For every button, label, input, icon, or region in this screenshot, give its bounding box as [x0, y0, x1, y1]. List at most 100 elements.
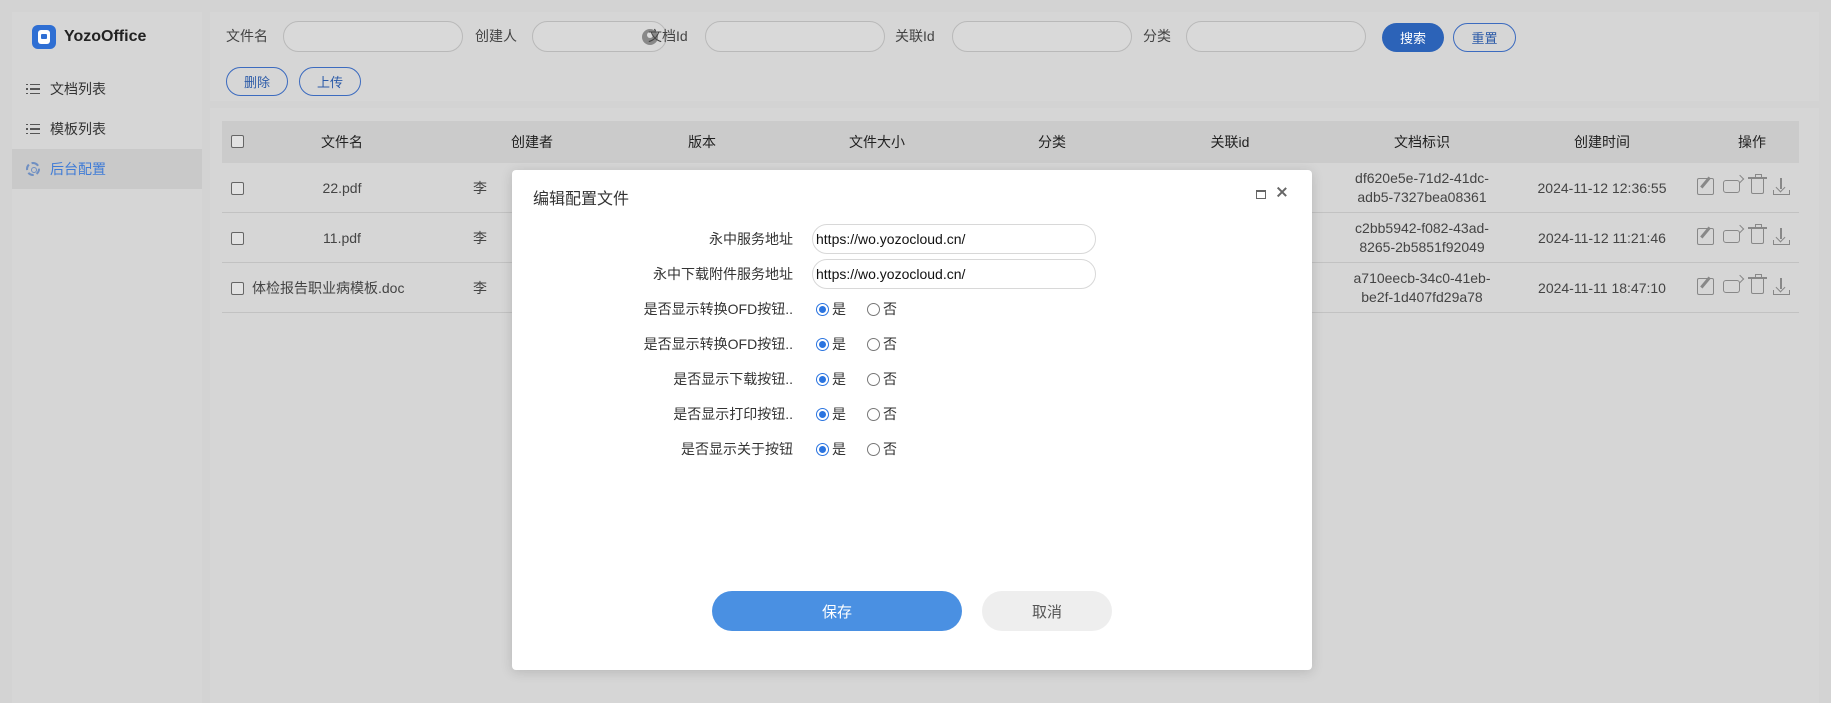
sidebar: YozoOffice 文档列表 模板列表 后台配置: [12, 12, 202, 703]
row-checkbox[interactable]: [231, 232, 244, 245]
radio-no[interactable]: [867, 337, 880, 351]
row-doc-id: a710eecb-34c0-41eb- be2f-1d407fd29a78: [1332, 263, 1512, 313]
radio-no[interactable]: [867, 442, 880, 456]
column-header-doc-id: 文档标识: [1394, 134, 1450, 150]
trash-icon[interactable]: [1748, 224, 1767, 244]
field-label: 是否显示打印按钮..: [673, 406, 793, 422]
filename-input[interactable]: [283, 21, 463, 52]
sidebar-item-label: 文档列表: [50, 81, 106, 97]
row-doc-id-line2: be2f-1d407fd29a78: [1361, 289, 1483, 305]
cancel-button[interactable]: 取消: [982, 591, 1112, 631]
related-id-label: 关联Id: [895, 28, 935, 44]
field-label: 是否显示下载按钮..: [673, 371, 793, 387]
save-button[interactable]: 保存: [712, 591, 962, 631]
radio-label-no: 否: [883, 441, 897, 457]
reset-button[interactable]: 重置: [1453, 23, 1516, 52]
edit-icon[interactable]: [1697, 228, 1714, 245]
service-url-input[interactable]: [812, 224, 1096, 254]
download-icon[interactable]: [1773, 178, 1790, 195]
radio-label-yes: 是: [832, 336, 846, 352]
radio-yes[interactable]: [816, 442, 829, 456]
radio-yes[interactable]: [816, 407, 829, 421]
select-all-checkbox[interactable]: [231, 135, 244, 148]
related-id-input[interactable]: [952, 21, 1132, 52]
radio-no[interactable]: [867, 372, 880, 386]
app-logo: YozoOffice: [32, 25, 146, 49]
gear-icon: [26, 162, 40, 176]
category-input[interactable]: [1186, 21, 1366, 52]
radio-group: 是 否: [816, 294, 897, 324]
row-actions: [1697, 224, 1790, 245]
column-header-filename: 文件名: [321, 134, 363, 150]
radio-option-no[interactable]: 否: [867, 404, 897, 424]
radio-yes[interactable]: [816, 372, 829, 386]
radio-option-no[interactable]: 否: [867, 299, 897, 319]
trash-icon[interactable]: [1748, 274, 1767, 294]
creator-input[interactable]: [532, 21, 667, 52]
upload-button[interactable]: 上传: [299, 67, 361, 96]
form-row-about-button: 是否显示关于按钮 是 否: [512, 434, 1312, 464]
search-panel: 文件名 创建人 文档Id 关联Id 分类 搜索 重置 删除 上传: [210, 12, 1819, 101]
edit-config-dialog: 编辑配置文件 永中服务地址 永中下载附件服务地址 是否显示转换OFD按钮.. 是…: [512, 170, 1312, 670]
radio-yes[interactable]: [816, 302, 829, 316]
sidebar-item-label: 后台配置: [50, 161, 106, 177]
sidebar-item-label: 模板列表: [50, 121, 106, 137]
row-doc-id-line1: c2bb5942-f082-43ad-: [1355, 220, 1489, 236]
edit-icon[interactable]: [1697, 178, 1714, 195]
row-creator: 李: [473, 229, 487, 246]
radio-no[interactable]: [867, 407, 880, 421]
radio-option-no[interactable]: 否: [867, 369, 897, 389]
replace-icon[interactable]: [1723, 180, 1740, 193]
radio-group: 是 否: [816, 399, 897, 429]
radio-option-yes[interactable]: 是: [816, 439, 846, 459]
sidebar-item-backend-config[interactable]: 后台配置: [12, 149, 202, 189]
column-header-creator: 创建者: [511, 134, 553, 150]
radio-no[interactable]: [867, 302, 880, 316]
radio-option-yes[interactable]: 是: [816, 334, 846, 354]
radio-option-no[interactable]: 否: [867, 334, 897, 354]
column-header-actions: 操作: [1738, 134, 1766, 150]
radio-option-yes[interactable]: 是: [816, 404, 846, 424]
radio-yes[interactable]: [816, 337, 829, 351]
app-name: YozoOffice: [64, 28, 147, 45]
row-filename: 11.pdf: [323, 229, 361, 246]
row-created: 2024-11-12 11:21:46: [1538, 229, 1666, 246]
close-icon[interactable]: [1274, 184, 1290, 200]
yozo-logo-icon: [32, 25, 56, 49]
sidebar-item-document-list[interactable]: 文档列表: [12, 69, 202, 109]
download-icon[interactable]: [1773, 278, 1790, 295]
doc-id-input[interactable]: [705, 21, 885, 52]
row-created: 2024-11-11 18:47:10: [1538, 279, 1666, 296]
replace-icon[interactable]: [1723, 280, 1740, 293]
download-url-input[interactable]: [812, 259, 1096, 289]
column-header-version: 版本: [688, 134, 716, 150]
category-label: 分类: [1143, 28, 1171, 44]
trash-icon[interactable]: [1748, 174, 1767, 194]
doc-id-label: 文档Id: [648, 28, 688, 44]
replace-icon[interactable]: [1723, 230, 1740, 243]
search-button[interactable]: 搜索: [1382, 23, 1444, 52]
row-checkbox[interactable]: [231, 282, 244, 295]
field-label: 是否显示转换OFD按钮..: [643, 301, 793, 317]
form-row-ofd-button-2: 是否显示转换OFD按钮.. 是 否: [512, 329, 1312, 359]
table-header: 文件名 创建者 版本 文件大小 分类 关联id 文档标识 创建时间 操作: [222, 121, 1799, 163]
column-header-file-size: 文件大小: [849, 134, 905, 150]
column-header-related-id: 关联id: [1210, 134, 1250, 150]
field-label: 是否显示关于按钮: [681, 441, 793, 457]
download-icon[interactable]: [1773, 228, 1790, 245]
sidebar-nav: 文档列表 模板列表 后台配置: [12, 69, 202, 189]
edit-icon[interactable]: [1697, 278, 1714, 295]
row-checkbox[interactable]: [231, 182, 244, 195]
delete-button[interactable]: 删除: [226, 67, 288, 96]
form-row-download-url: 永中下载附件服务地址: [512, 259, 1312, 289]
radio-label-no: 否: [883, 406, 897, 422]
row-doc-id-line2: 8265-2b5851f92049: [1359, 239, 1485, 255]
sidebar-item-template-list[interactable]: 模板列表: [12, 109, 202, 149]
radio-option-yes[interactable]: 是: [816, 369, 846, 389]
radio-option-yes[interactable]: 是: [816, 299, 846, 319]
radio-label-no: 否: [883, 301, 897, 317]
field-label: 永中下载附件服务地址: [653, 266, 793, 282]
maximize-icon[interactable]: [1256, 190, 1266, 199]
field-label: 永中服务地址: [709, 231, 793, 247]
radio-option-no[interactable]: 否: [867, 439, 897, 459]
